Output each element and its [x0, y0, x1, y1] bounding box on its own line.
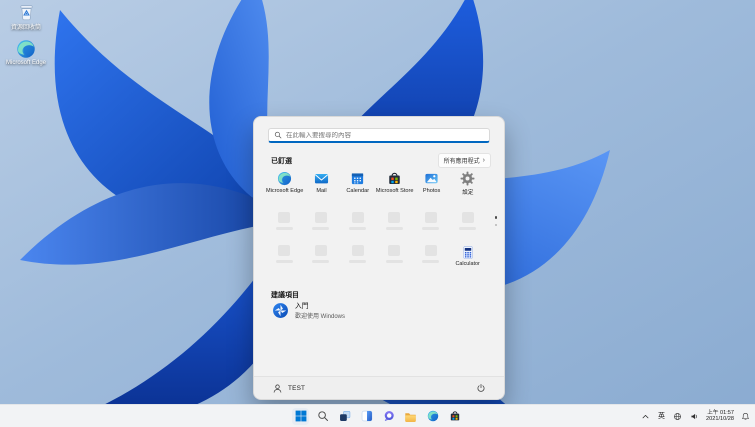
app-label: Microsoft Edge: [266, 188, 304, 194]
start-menu: 已釘選 所有應用程式 › Microsoft Edge Mail Calenda…: [253, 116, 505, 400]
windows11-desktop: 資源回收筒 Microsoft Edge 已釘選 所有應用程式 › Micros…: [0, 0, 755, 427]
pinned-app-microsoft-edge[interactable]: Microsoft Edge: [266, 171, 303, 196]
file-explorer-button[interactable]: [402, 408, 419, 425]
search-icon: [317, 410, 329, 422]
recycle-bin-icon: [18, 3, 35, 24]
speaker-icon: [690, 412, 699, 421]
taskbar-store-button[interactable]: [446, 408, 463, 425]
settings-gear-icon: [460, 171, 475, 186]
loading-tile: [413, 212, 450, 230]
ime-indicator[interactable]: 英: [657, 410, 666, 422]
recommended-item-get-started[interactable]: 入門 歡迎使用 Windows: [268, 298, 349, 322]
all-apps-label: 所有應用程式: [443, 159, 480, 165]
pinned-app-photos[interactable]: Photos: [413, 171, 449, 196]
widgets-icon: [361, 410, 373, 422]
globe-icon: [673, 412, 682, 421]
pinned-loading-row: [266, 212, 486, 230]
widgets-button[interactable]: [358, 408, 375, 425]
loading-tile: [339, 245, 376, 267]
person-icon: [272, 383, 283, 394]
taskbar-search-button[interactable]: [314, 408, 331, 425]
user-name: TEST: [288, 384, 306, 392]
desktop-icon-area: 資源回收筒 Microsoft Edge: [1, 3, 51, 67]
calendar-icon: [350, 171, 365, 186]
chevron-right-icon: ›: [482, 156, 485, 164]
chat-button[interactable]: [380, 408, 397, 425]
clock-date: 2021/10/28: [706, 416, 734, 422]
volume-button[interactable]: [689, 411, 700, 422]
power-icon: [476, 383, 486, 393]
pinned-page-indicator: [494, 216, 497, 226]
page-dot[interactable]: [494, 223, 497, 226]
start-search-box[interactable]: [268, 128, 490, 143]
desktop-icon-microsoft-edge[interactable]: Microsoft Edge: [1, 39, 51, 67]
search-icon: [274, 131, 282, 139]
loading-tile: [413, 245, 450, 267]
chat-icon: [383, 410, 395, 422]
search-input[interactable]: [286, 131, 484, 139]
desktop-icon-recycle-bin[interactable]: 資源回收筒: [1, 3, 51, 32]
pinned-section-header: 已釘選 所有應用程式 ›: [271, 153, 491, 168]
pinned-app-calendar[interactable]: Calendar: [340, 171, 376, 196]
loading-tile: [266, 245, 303, 267]
mail-icon: [314, 171, 329, 186]
system-tray: 英 上午 01:57 2021/10/28: [640, 405, 751, 427]
pinned-app-calculator[interactable]: Calculator: [449, 245, 486, 267]
app-label: Microsoft Store: [375, 188, 414, 194]
task-view-icon: [339, 410, 351, 422]
loading-tile: [376, 212, 413, 230]
all-apps-button[interactable]: 所有應用程式 ›: [437, 153, 491, 168]
app-label: Photos: [422, 188, 441, 194]
recommended-item-text: 入門 歡迎使用 Windows: [295, 300, 345, 320]
hidden-icons-button[interactable]: [640, 411, 651, 422]
power-button[interactable]: [474, 381, 488, 395]
calculator-icon: [461, 245, 475, 260]
app-label: Mail: [316, 188, 327, 194]
taskbar-edge-button[interactable]: [424, 408, 441, 425]
edge-icon: [277, 171, 292, 186]
task-view-button[interactable]: [336, 408, 353, 425]
bell-icon: [741, 412, 750, 421]
pinned-app-microsoft-store[interactable]: Microsoft Store: [375, 171, 414, 196]
app-label: Calculator: [455, 261, 480, 267]
user-account-button[interactable]: TEST: [270, 381, 307, 396]
pinned-app-settings[interactable]: 設定: [450, 171, 486, 196]
edge-icon: [427, 410, 439, 422]
notifications-button[interactable]: [740, 411, 751, 422]
pinned-apps-grid: Microsoft Edge Mail Calendar Microsoft S…: [266, 171, 486, 196]
get-started-icon: [272, 302, 289, 319]
network-button[interactable]: [672, 411, 683, 422]
app-label: Calendar: [346, 188, 370, 194]
recommended-item-subtitle: 歡迎使用 Windows: [295, 314, 346, 320]
desktop-icon-label: Microsoft Edge: [5, 60, 47, 66]
loading-tile: [449, 212, 486, 230]
loading-tile: [376, 245, 413, 267]
pinned-title: 已釘選: [271, 157, 292, 165]
page-dot-current[interactable]: [494, 216, 497, 219]
store-icon: [449, 410, 461, 422]
loading-tile: [339, 212, 376, 230]
recommended-item-title: 入門: [295, 303, 309, 310]
edge-icon: [16, 39, 36, 59]
store-icon: [387, 171, 402, 186]
app-label: 設定: [462, 190, 474, 196]
windows-logo-icon: [295, 410, 307, 422]
loading-tile: [303, 245, 340, 267]
folder-icon: [404, 410, 417, 423]
desktop-icon-label: 資源回收筒: [10, 25, 41, 31]
pinned-loading-row: Calculator: [266, 245, 486, 267]
taskbar: 英 上午 01:57 2021/10/28: [0, 404, 755, 427]
loading-tile: [303, 212, 340, 230]
pinned-app-mail[interactable]: Mail: [303, 171, 339, 196]
photos-icon: [424, 171, 439, 186]
loading-tile: [266, 212, 303, 230]
clock[interactable]: 上午 01:57 2021/10/28: [706, 410, 734, 423]
chevron-up-icon: [641, 412, 650, 421]
start-button[interactable]: [292, 407, 309, 425]
start-menu-footer: TEST: [254, 376, 504, 399]
